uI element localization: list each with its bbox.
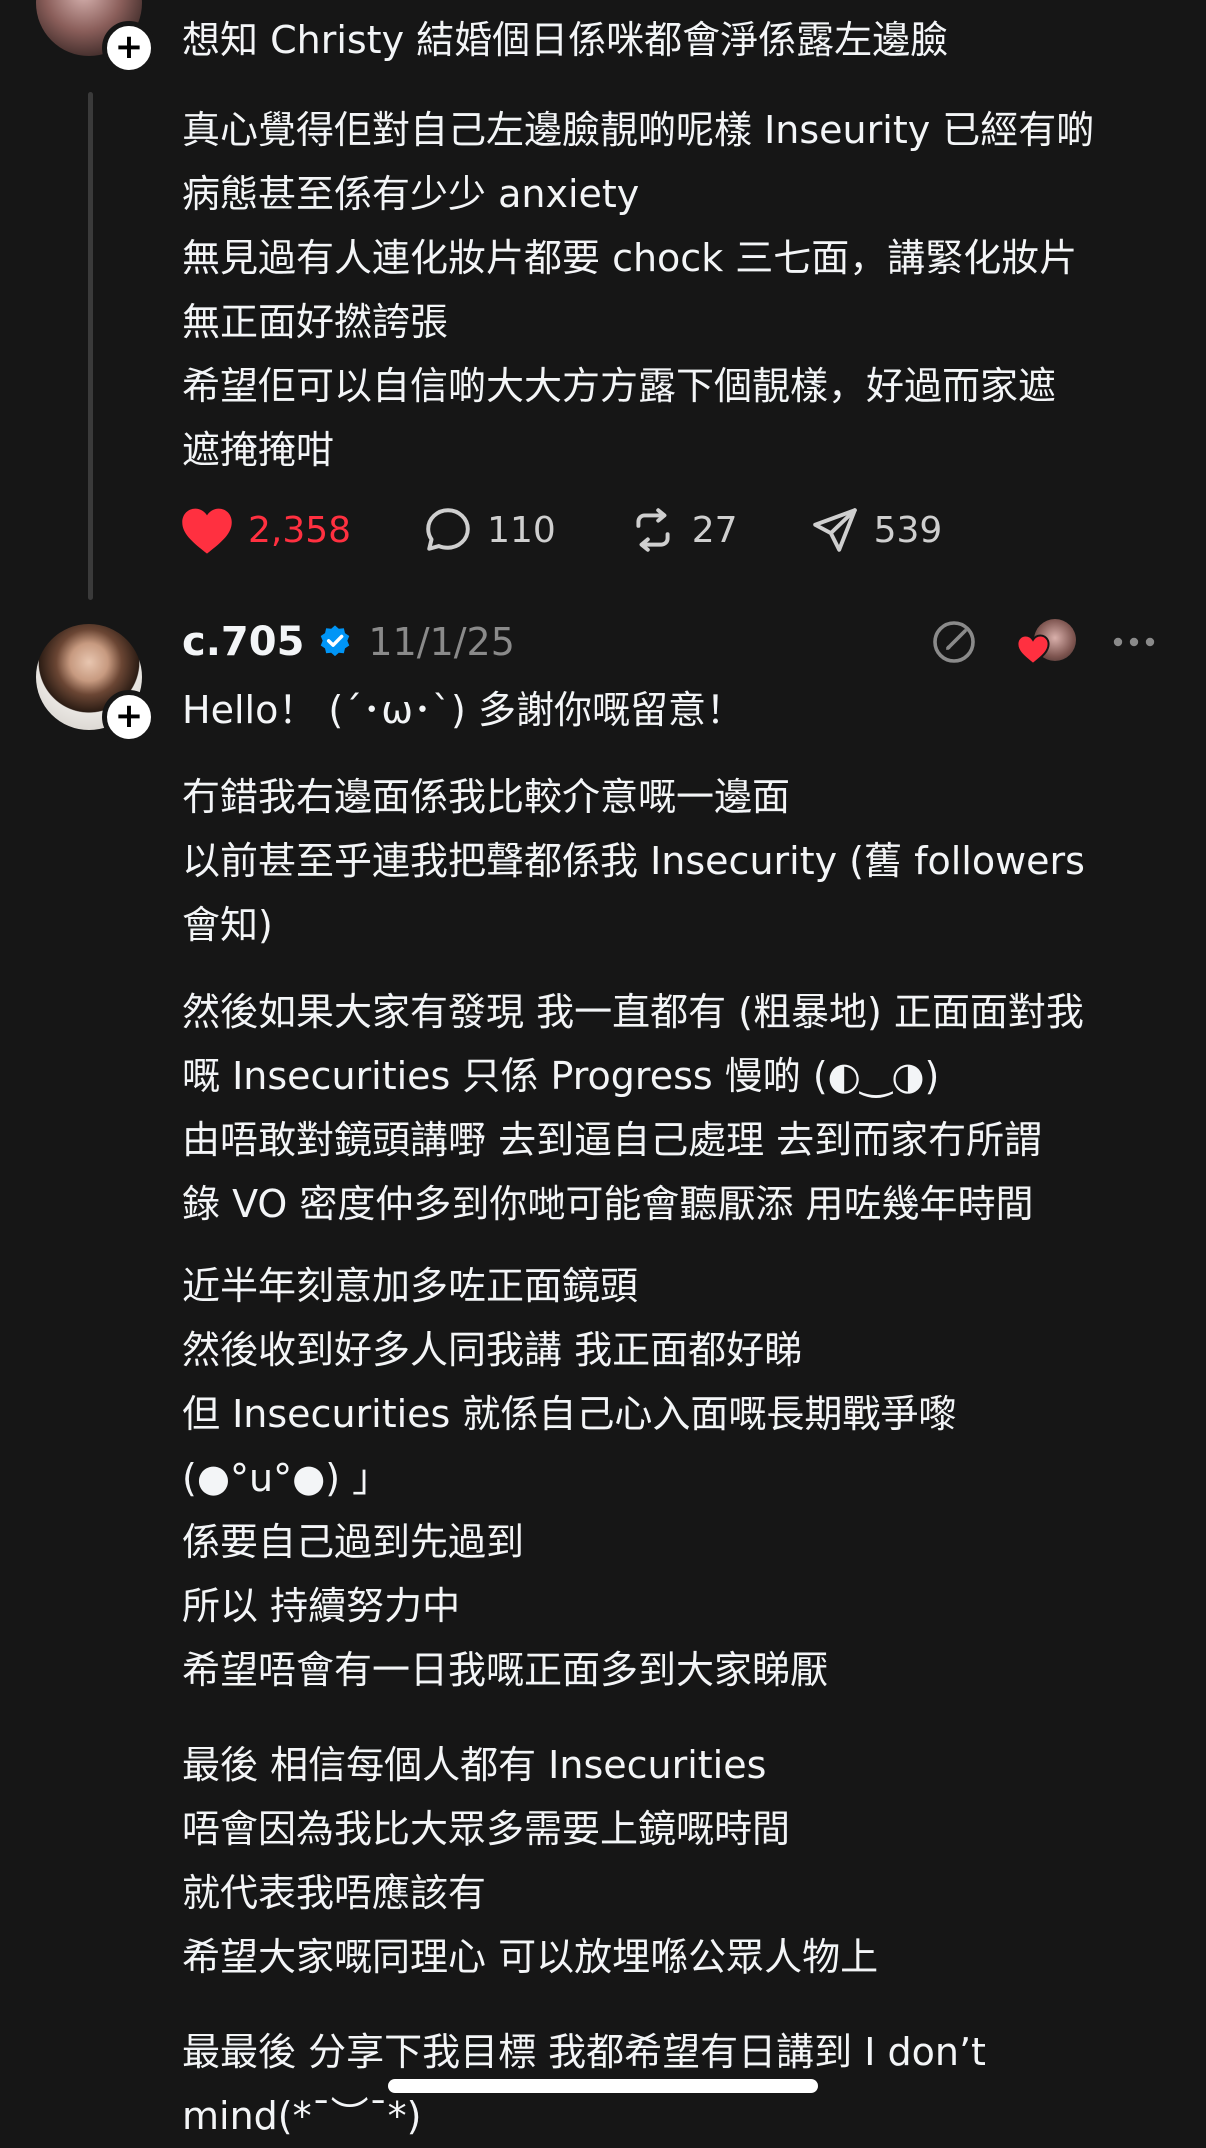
reply-header-actions: [930, 612, 1076, 672]
reply-date: 11/1/25: [368, 620, 515, 664]
thread-connector-line: [88, 92, 93, 600]
reply-paragraph: 最後 相信每個人都有 Insecurities 唔會因為我比大眾多需要上鏡嘅時間…: [182, 1743, 879, 1979]
parent-post-headline: 想知 Christy 結婚個日係咪都會淨係露左邊臉: [182, 18, 949, 62]
share-button[interactable]: 539: [810, 505, 943, 555]
parent-post-body: 真心覺得佢對自己左邊臉靚啲呢樣 Inseurity 已經有啲 病態甚至係有少少 …: [182, 98, 1172, 482]
comment-bubble-icon: [426, 508, 470, 551]
reply-paragraph: 近半年刻意加多咗正面鏡頭 然後收到好多人同我講 我正面都好睇 但 Insecur…: [182, 1264, 957, 1692]
reply-greeting: Hello！ (´･ω･`) 多謝你嘅留意！: [182, 678, 1172, 742]
reply-username[interactable]: c.705: [182, 619, 304, 665]
reply-paragraph: 然後如果大家有發現 我一直都有 (粗暴地) 正面面對我 嘅 Insecuriti…: [182, 990, 1084, 1226]
like-count: 2,358: [248, 509, 352, 551]
follow-plus-icon[interactable]: +: [102, 690, 156, 744]
creator-liked-indicator: [1016, 619, 1076, 665]
send-icon: [812, 508, 857, 552]
reply-paragraph-block: 然後如果大家有發現 我一直都有 (粗暴地) 正面面對我 嘅 Insecuriti…: [182, 980, 1172, 1236]
parent-post-line: 真心覺得佢對自己左邊臉靚啲呢樣 Inseurity 已經有啲 病態甚至係有少少 …: [182, 108, 1095, 216]
repost-button[interactable]: 27: [628, 505, 738, 555]
reply-paragraph-block: 冇錯我右邊面係我比較介意嘅一邊面 以前甚至乎連我把聲都係我 Insecurity…: [182, 765, 1172, 957]
verified-badge-icon: [321, 625, 350, 657]
share-count: 539: [873, 509, 943, 551]
edit-circle-icon[interactable]: [930, 618, 978, 666]
like-button[interactable]: 2,358: [180, 505, 351, 555]
reply-count: 110: [487, 509, 556, 551]
reply-paragraph: 冇錯我右邊面係我比較介意嘅一邊面 以前甚至乎連我把聲都係我 Insecurity…: [182, 775, 1085, 947]
repost-icon: [636, 508, 670, 552]
reply-button[interactable]: 110: [423, 505, 556, 555]
reply-paragraph-block: 近半年刻意加多咗正面鏡頭 然後收到好多人同我講 我正面都好睇 但 Insecur…: [182, 1254, 1172, 1702]
follow-plus-icon[interactable]: +: [102, 21, 156, 75]
heart-filled-icon: [1016, 634, 1050, 665]
parent-post-line: 無見過有人連化妝片都要 chock 三七面，講緊化妝片 無正面好撚誇張: [182, 236, 1078, 344]
home-indicator[interactable]: [388, 2079, 818, 2093]
parent-post-text-top: 想知 Christy 結婚個日係咪都會淨係露左邊臉: [182, 8, 1172, 72]
more-dots-icon: [1113, 637, 1155, 647]
reply-author-row: c.705 11/1/25: [182, 612, 515, 672]
reply-paragraph-block: 最後 相信每個人都有 Insecurities 唔會因為我比大眾多需要上鏡嘅時間…: [182, 1733, 1172, 1989]
repost-count: 27: [691, 509, 738, 551]
more-options-button[interactable]: [1112, 612, 1156, 672]
heart-filled-icon: [182, 508, 232, 554]
parent-post-line: 希望佢可以自信啲大大方方露下個靚樣，好過而家遮 遮掩掩咁: [182, 364, 1057, 472]
reply-paragraph: Hello！ (´･ω･`) 多謝你嘅留意！: [182, 688, 744, 732]
parent-post-action-bar: 2,358 110 27 539: [180, 498, 942, 562]
